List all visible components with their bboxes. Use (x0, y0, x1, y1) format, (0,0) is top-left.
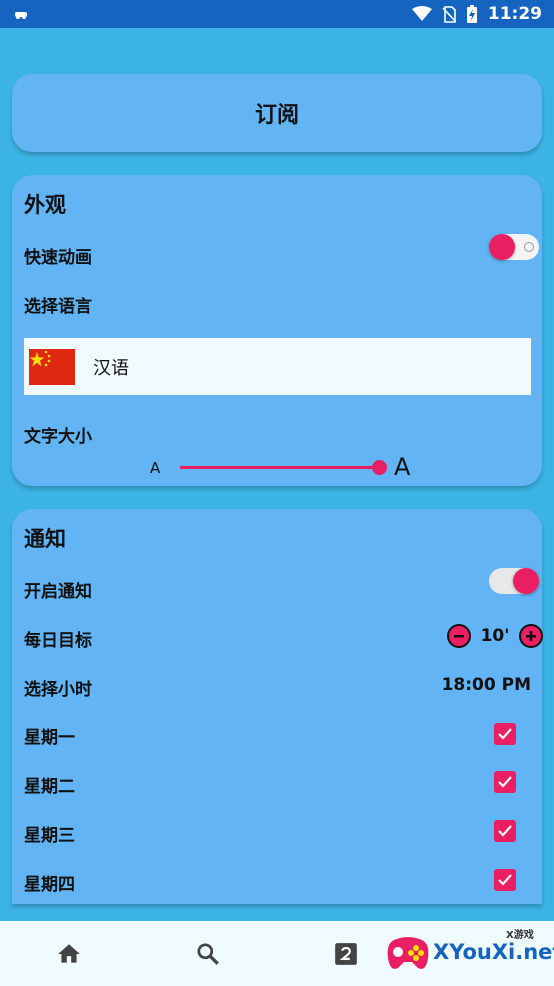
fast-animation-toggle[interactable] (489, 234, 539, 260)
text-size-slider[interactable]: A A (150, 453, 410, 481)
plus-button[interactable] (519, 624, 543, 648)
check-icon (498, 874, 512, 886)
toggle-thumb (513, 568, 539, 594)
minus-icon (454, 635, 464, 638)
watermark-small-text: X游戏 (506, 930, 534, 941)
fast-animation-label: 快速动画 (24, 248, 92, 268)
gamepad-logo-icon (387, 937, 429, 969)
appearance-card: 外观 快速动画 选择语言 汉语 文字大小 A A (12, 175, 542, 486)
china-flag-icon (29, 348, 75, 385)
toggle-thumb (489, 234, 515, 260)
slider-thumb[interactable] (372, 460, 387, 475)
text-size-large-marker: A (394, 453, 411, 481)
check-icon (498, 825, 512, 837)
home-icon[interactable] (56, 941, 82, 967)
daily-goal-value: 10' (480, 626, 510, 646)
language-selector[interactable]: 汉语 (24, 338, 531, 395)
text-size-small-marker: A (150, 459, 161, 477)
status-time: 11:29 (487, 4, 542, 24)
day-label-0: 星期一 (24, 728, 75, 748)
language-label: 选择语言 (24, 297, 92, 317)
notifications-card: 通知 开启通知 每日目标 10' 选择小时 18:00 PM 星期一 星期二 星… (12, 509, 543, 904)
number-2-icon[interactable] (333, 941, 359, 967)
watermark-text: XYouXi.net (433, 940, 554, 964)
text-size-label: 文字大小 (24, 427, 92, 447)
selected-language: 汉语 (93, 357, 129, 379)
daily-goal-stepper: 10' (447, 624, 543, 648)
day-checkbox-3[interactable] (494, 869, 516, 891)
notifications-title: 通知 (24, 527, 66, 551)
day-label-1: 星期二 (24, 777, 75, 797)
day-label-3: 星期四 (24, 875, 75, 895)
wifi-icon (411, 6, 432, 22)
no-sim-icon (442, 5, 456, 23)
watermark-logo: X游戏 XYouXi.net (384, 926, 554, 984)
enable-notifications-toggle[interactable] (489, 568, 539, 594)
day-checkbox-1[interactable] (494, 771, 516, 793)
enable-notifications-label: 开启通知 (24, 582, 92, 602)
hour-label: 选择小时 (24, 680, 92, 700)
appearance-title: 外观 (24, 193, 66, 217)
day-label-2: 星期三 (24, 826, 75, 846)
day-checkbox-2[interactable] (494, 820, 516, 842)
toggle-off-ring (524, 242, 534, 252)
subscribe-label: 订阅 (254, 103, 299, 128)
check-icon (498, 728, 512, 740)
battery-charging-icon (466, 5, 478, 23)
search-icon[interactable] (195, 941, 221, 967)
hour-value[interactable]: 18:00 PM (442, 675, 531, 695)
daily-goal-label: 每日目标 (24, 631, 92, 651)
notification-icon (14, 9, 28, 19)
day-checkbox-0[interactable] (494, 723, 516, 745)
plus-icon (526, 631, 536, 641)
check-icon (498, 776, 512, 788)
status-bar: 11:29 (0, 0, 554, 28)
subscribe-button[interactable]: 订阅 (12, 74, 542, 152)
slider-track (180, 466, 375, 469)
minus-button[interactable] (447, 624, 471, 648)
